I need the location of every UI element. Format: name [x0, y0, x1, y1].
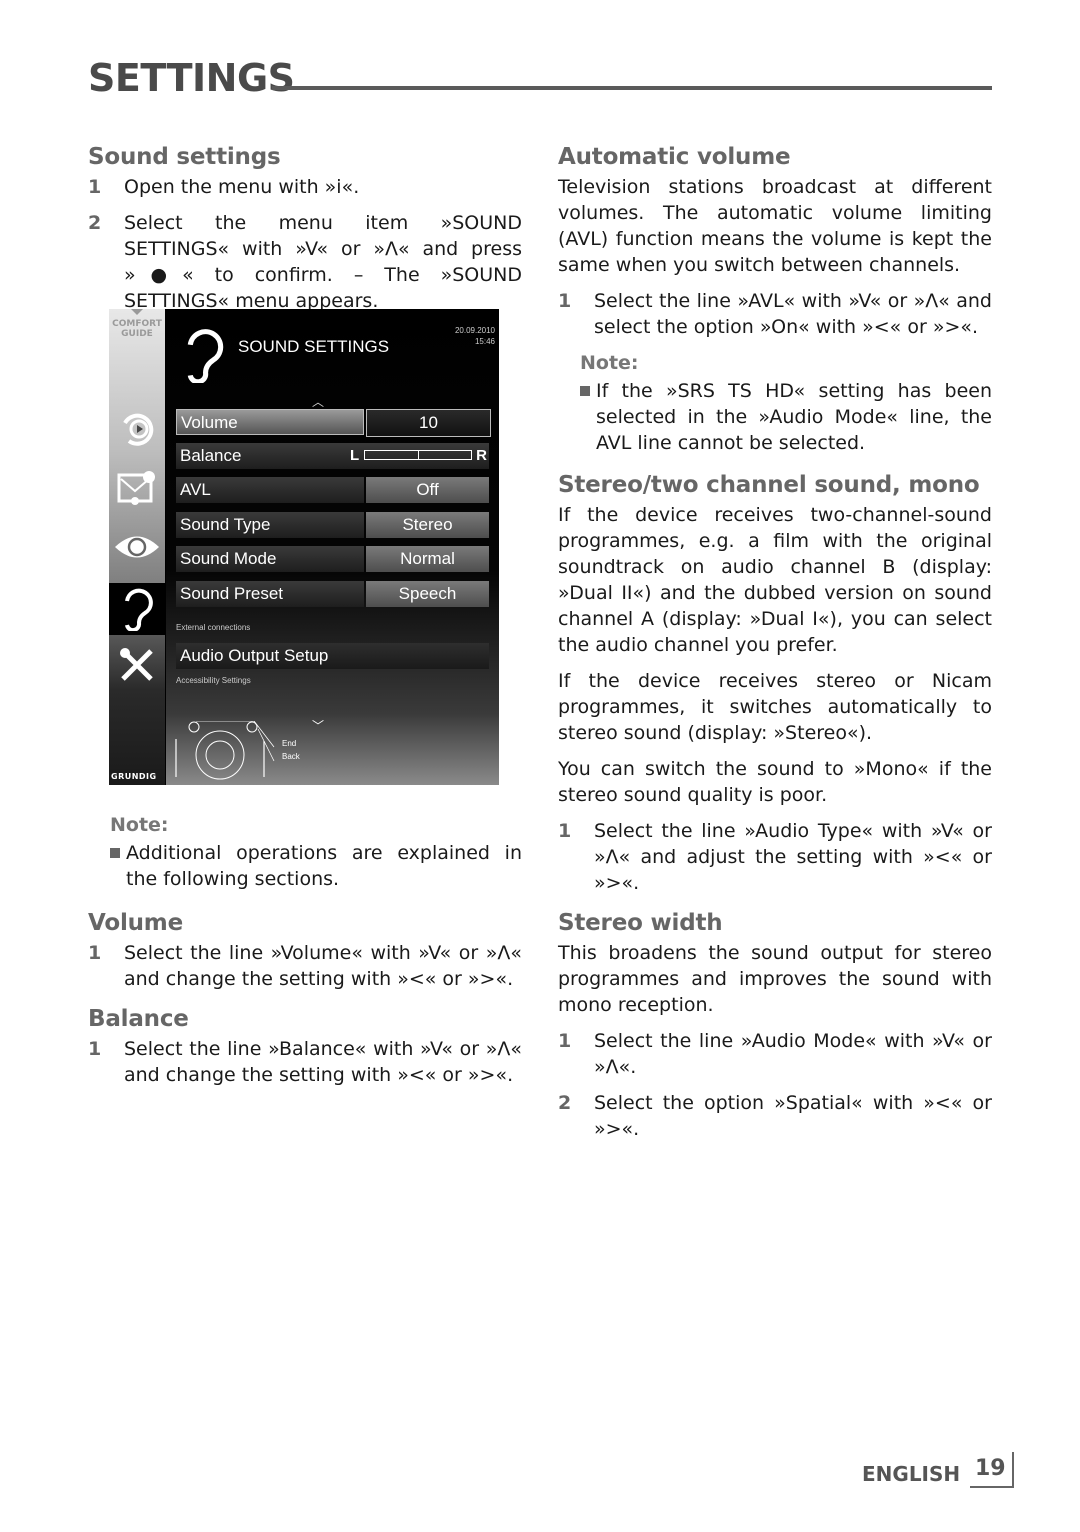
note-title: Note: [580, 352, 639, 374]
menu-title: SOUND SETTINGS [238, 337, 390, 356]
note-text: If the »SRS TS HD« setting has been sele… [596, 380, 992, 454]
step: 1 Select the line »Balance« with »V« or … [88, 1036, 522, 1088]
left-column: Sound settings 1 Open the menu with »i«.… [88, 140, 522, 324]
stereo-width-text: This broadens the sound output for stere… [558, 942, 992, 1016]
tv-menu-screenshot: COMFORT GUIDE GRUNDIG SOUND SETTINGS 20.… [109, 309, 499, 785]
date: 20.09.2010 [454, 326, 495, 335]
left-column-lower: Note: Additional operations are explaine… [88, 804, 522, 1098]
triangle-down-icon [131, 309, 143, 315]
comfort-guide-label: COMFORT GUIDE [112, 319, 162, 339]
row-value: 10 [366, 409, 491, 437]
row-value: Off [366, 477, 489, 503]
brand-logo: GRUNDIG [111, 772, 157, 781]
step: 1 Open the menu with »i«. [88, 174, 522, 200]
step-text: Select the line »Audio Type« with »V« or… [594, 820, 992, 894]
comfort-guide-sidebar: COMFORT GUIDE GRUNDIG [109, 309, 165, 785]
step: 1 Select the line »Audio Type« with »V« … [558, 818, 992, 896]
step-text: Open the menu with »i«. [124, 176, 360, 198]
balance-heading: Balance [88, 1006, 189, 1032]
balance-marker [418, 451, 419, 459]
stereo-text: If the device receives stereo or Nicam p… [558, 670, 992, 744]
row-value: Stereo [366, 512, 489, 538]
row-label: AVL [176, 477, 364, 503]
legend-end: End [282, 739, 297, 748]
step-number: 2 [88, 212, 102, 234]
step-text: Select the line »Audio Mode« with »V« or… [594, 1030, 992, 1078]
date-time: 20.09.2010 15:46 [455, 325, 495, 347]
menu-row-sound-mode[interactable]: Sound Mode Normal [176, 546, 489, 572]
footer-rule [970, 1486, 1014, 1488]
menu-row-sound-type[interactable]: Sound Type Stereo [176, 512, 489, 538]
picture-eye-icon[interactable] [109, 521, 165, 573]
menu-row-sound-preset[interactable]: Sound Preset Speech [176, 581, 489, 607]
page-number: 19 [975, 1456, 1006, 1481]
square-bullet-icon [580, 386, 590, 396]
page-title: SETTINGS [88, 56, 295, 100]
row-label: Sound Preset [176, 581, 364, 607]
row-label: Sound Type [176, 512, 364, 538]
step: 1 Select the line »AVL« with »V« or »Λ« … [558, 288, 992, 340]
remote-dpad-icon [175, 720, 275, 780]
step-text: Select the line »Balance« with »V« or »Λ… [124, 1038, 522, 1086]
footer-language: ENGLISH [862, 1462, 961, 1486]
step-number: 1 [88, 942, 102, 964]
step-number: 1 [558, 1030, 572, 1052]
menu-panel: SOUND SETTINGS 20.09.2010 15:46 ︿ Volume… [166, 309, 499, 785]
stereo-width-heading: Stereo width [558, 910, 723, 936]
step-number: 1 [88, 176, 102, 198]
connections-icon[interactable] [109, 461, 165, 513]
step-text: Select the option »Spatial« with »<« or … [594, 1092, 992, 1140]
stereo-text: If the device receives two-channel-sound… [558, 504, 992, 656]
step-number: 2 [558, 1092, 572, 1114]
step-text: Select the line »AVL« with »V« or »Λ« an… [594, 290, 992, 338]
menu-row-balance[interactable]: Balance L R [176, 443, 489, 469]
row-label: Sound Mode [176, 546, 364, 572]
row-label: Audio Output Setup [176, 643, 489, 669]
chevron-up-icon[interactable]: ︿ [312, 393, 324, 410]
note-item: Additional operations are explained in t… [110, 840, 522, 892]
stereo-text: You can switch the sound to »Mono« if th… [558, 758, 992, 806]
automatic-volume-text: Television stations broadcast at differe… [558, 176, 992, 276]
balance-slider[interactable] [364, 450, 472, 460]
step: 1 Select the line »Audio Mode« with »V« … [558, 1028, 992, 1080]
footer-rule [1012, 1452, 1014, 1488]
tools-icon[interactable] [109, 639, 165, 691]
step-number: 1 [88, 1038, 102, 1060]
note-item: If the »SRS TS HD« setting has been sele… [580, 378, 992, 456]
chevron-down-icon[interactable]: ﹀ [312, 717, 324, 734]
step-number: 1 [558, 820, 572, 842]
step-number: 1 [558, 290, 572, 312]
volume-heading: Volume [88, 910, 183, 936]
note-text: Additional operations are explained in t… [126, 842, 522, 890]
row-value: Normal [366, 546, 489, 572]
right-column: Automatic volume Television stations bro… [558, 140, 992, 1152]
row-value: Speech [366, 581, 489, 607]
time: 15:46 [474, 337, 495, 346]
step-text: Select the menu item »SOUND SETTINGS« wi… [124, 212, 522, 312]
square-bullet-icon [110, 848, 120, 858]
note-title: Note: [110, 814, 169, 836]
legend-back: Back [282, 752, 300, 761]
sound-ear-icon[interactable] [109, 583, 165, 635]
menu-row-volume[interactable]: Volume 10 [176, 409, 491, 437]
remote-legend: End Back [174, 720, 300, 785]
title-rule [272, 86, 992, 90]
menu-row-audio-output-setup[interactable]: Audio Output Setup [176, 643, 489, 669]
automatic-volume-heading: Automatic volume [558, 144, 791, 170]
step: 2 Select the option »Spatial« with »<« o… [558, 1090, 992, 1142]
step: 1 Select the line »Volume« with »V« or »… [88, 940, 522, 992]
balance-right-label: R [476, 447, 487, 464]
accessibility-settings-label: Accessibility Settings [176, 676, 251, 685]
stereo-heading: Stereo/two channel sound, mono [558, 472, 980, 498]
step-text: Select the line »Volume« with »V« or »Λ«… [124, 942, 522, 990]
external-connections-label: External connections [176, 623, 251, 632]
sound-ear-icon [180, 327, 226, 387]
balance-left-label: L [350, 447, 360, 464]
step: 2 Select the menu item »SOUND SETTINGS« … [88, 210, 522, 314]
row-label: Volume [176, 409, 364, 435]
menu-row-avl[interactable]: AVL Off [176, 477, 489, 503]
sound-settings-heading: Sound settings [88, 144, 281, 170]
source-icon[interactable] [109, 403, 165, 455]
